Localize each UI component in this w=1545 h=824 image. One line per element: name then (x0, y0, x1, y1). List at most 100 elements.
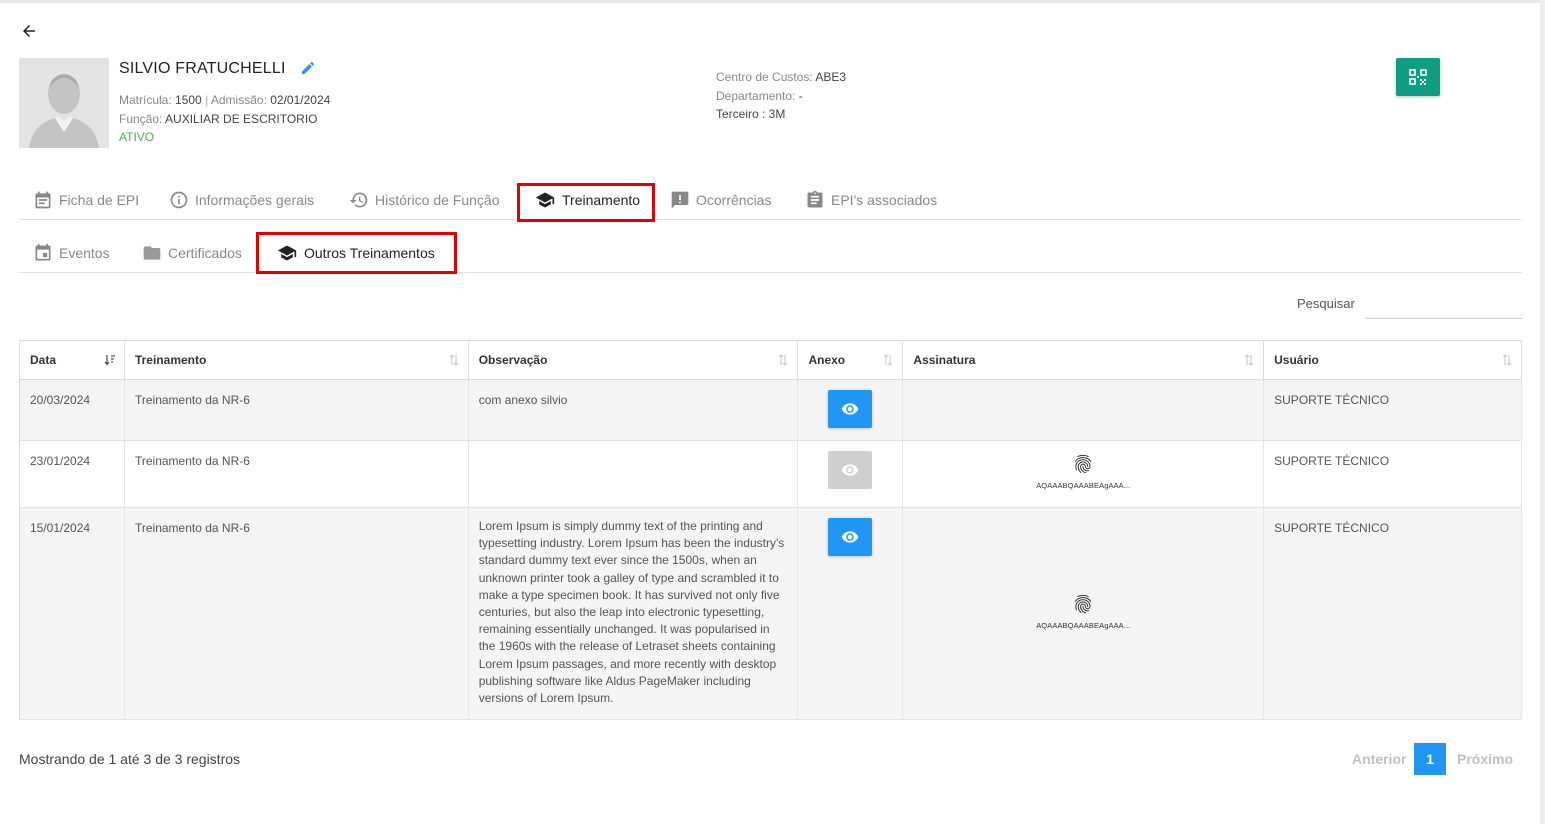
header-assinatura[interactable]: Assinatura (902, 340, 1265, 380)
cell-treinamento: Treinamento da NR-6 (124, 507, 469, 721)
table-header-row: Data Treinamento Observação Anexo Assina… (19, 340, 1522, 380)
header-label: Treinamento (134, 353, 207, 367)
header-label: Anexo (808, 353, 846, 367)
subtab-label: Certificados (168, 245, 242, 261)
calendar-icon (35, 243, 51, 261)
certificate-icon (143, 246, 161, 260)
tab-informacoes-gerais[interactable]: Informações gerais (169, 180, 314, 220)
view-attachment-button[interactable] (828, 390, 873, 428)
centro-custos-line: Centro de Custos: ABE3 (716, 70, 846, 84)
view-attachment-button-disabled (828, 451, 873, 489)
signature-text: AQAAABQAAABEAgAAA... (1036, 481, 1131, 491)
cell-data: 23/01/2024 (19, 440, 125, 508)
qr-code-icon (1409, 69, 1427, 85)
tab-epis-associados[interactable]: EPI's associados (805, 180, 937, 220)
header-observacao[interactable]: Observação (468, 340, 799, 380)
header-anexo[interactable]: Anexo (797, 340, 904, 380)
separator: | (205, 93, 209, 107)
info-icon (170, 191, 188, 209)
header-treinamento[interactable]: Treinamento (124, 340, 469, 380)
qr-code-button[interactable] (1396, 58, 1440, 96)
departamento-line: Departamento: - (716, 89, 803, 103)
sort-icon (777, 354, 789, 369)
cell-anexo (797, 507, 904, 721)
admissao-label: Admissão: (210, 93, 267, 107)
matricula-label: Matrícula: (119, 93, 172, 107)
cell-anexo (797, 440, 904, 508)
back-arrow-icon[interactable] (20, 22, 40, 42)
clipboard-icon (807, 190, 823, 208)
sort-desc-icon (104, 354, 116, 369)
cell-treinamento: Treinamento da NR-6 (124, 379, 469, 441)
search-label: Pesquisar (1297, 296, 1355, 311)
cell-assinatura: AQAAABQAAABEAgAAA... (902, 440, 1265, 508)
calendar-icon (35, 191, 51, 209)
cell-observacao: com anexo silvio (468, 379, 799, 441)
highlight-box-outros-treinamentos (256, 232, 457, 274)
matricula-value: 1500 (175, 93, 202, 107)
cell-assinatura: AQAAABQAAABEAgAAA... (902, 507, 1265, 721)
header-label: Usuário (1274, 353, 1319, 367)
cell-assinatura (902, 379, 1265, 441)
cell-usuario: SUPORTE TÉCNICO (1263, 507, 1522, 721)
cell-data: 20/03/2024 (19, 379, 125, 441)
tab-ocorrencias[interactable]: Ocorrências (670, 180, 771, 220)
records-info: Mostrando de 1 até 3 de 3 registros (19, 751, 241, 767)
header-label: Data (30, 353, 57, 367)
alert-icon (671, 191, 689, 209)
funcao-label: Função: (119, 112, 163, 126)
centro-label: Centro de Custos: (716, 70, 813, 84)
sort-icon (882, 354, 894, 369)
top-border (0, 0, 1545, 3)
tab-historico-funcao[interactable]: Histórico de Função (349, 180, 500, 220)
sub-tabs: Eventos Certificados Outros Treinamentos (19, 233, 1522, 273)
header-data[interactable]: Data (19, 340, 125, 380)
depto-label: Departamento: (716, 89, 796, 103)
funcao-value: AUXILIAR DE ESCRITORIO (165, 112, 318, 126)
tab-label: Informações gerais (195, 192, 315, 208)
scrollbar-track[interactable] (1540, 0, 1545, 824)
table-row: 23/01/2024 Treinamento da NR-6 AQAAABQAA… (19, 440, 1522, 508)
table-row: 15/01/2024 Treinamento da NR-6 Lorem Ips… (19, 507, 1522, 721)
signature-text: AQAAABQAAABEAgAAA... (1036, 621, 1131, 631)
highlight-box-treinamento (517, 183, 655, 222)
main-tabs: Ficha de EPI Informações gerais Históric… (19, 180, 1522, 220)
employee-status: ATIVO (119, 130, 155, 144)
employee-funcao-line: Função: AUXILIAR DE ESCRITORIO (119, 112, 318, 126)
trainings-table: Data Treinamento Observação Anexo Assina… (19, 340, 1522, 721)
signature[interactable]: AQAAABQAAABEAgAAA... (1036, 593, 1130, 634)
pagination-page-1[interactable]: 1 (1414, 743, 1446, 775)
tab-label: Ficha de EPI (59, 192, 140, 208)
admissao-value: 02/01/2024 (270, 93, 331, 107)
edit-pencil-icon[interactable] (300, 60, 318, 78)
search-input[interactable] (1365, 290, 1522, 319)
view-attachment-button[interactable] (828, 518, 873, 556)
eye-icon (842, 531, 859, 543)
employee-name-row: SILVIO FRATUCHELLI (119, 60, 318, 78)
employee-name: SILVIO FRATUCHELLI (119, 60, 286, 77)
subtab-label: Eventos (59, 245, 110, 261)
sort-icon (1501, 354, 1513, 369)
tab-label: Ocorrências (696, 192, 772, 208)
signature[interactable]: AQAAABQAAABEAgAAA... (1036, 453, 1130, 494)
eye-icon (842, 464, 859, 476)
employee-matricula-line: Matrícula: 1500 | Admissão: 02/01/2024 (119, 93, 330, 107)
eye-icon (842, 403, 859, 415)
depto-value: - (798, 89, 803, 103)
history-icon (349, 192, 368, 208)
sort-icon (1243, 354, 1255, 369)
cell-anexo (797, 379, 904, 441)
pagination-next[interactable]: Próximo (1457, 751, 1513, 767)
subtab-certificados[interactable]: Certificados (142, 233, 242, 273)
sort-icon (448, 354, 460, 369)
cell-observacao: Lorem Ipsum is simply dummy text of the … (468, 507, 799, 721)
tab-ficha-epi[interactable]: Ficha de EPI (33, 180, 139, 220)
header-usuario[interactable]: Usuário (1263, 340, 1522, 380)
centro-value: ABE3 (815, 70, 847, 84)
pagination-previous[interactable]: Anterior (1352, 751, 1406, 767)
terceiro-line: Terceiro : 3M (716, 107, 786, 121)
subtab-eventos[interactable]: Eventos (33, 233, 110, 273)
header-label: Assinatura (913, 353, 976, 367)
fingerprint-icon (1075, 594, 1092, 614)
tab-label: Histórico de Função (375, 192, 500, 208)
